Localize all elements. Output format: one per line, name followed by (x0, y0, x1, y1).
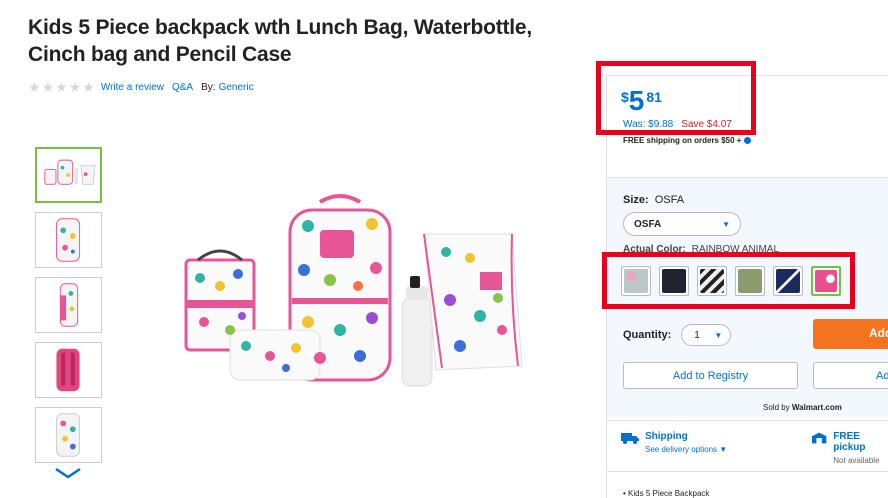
product-title: Kids 5 Piece backpack wth Lunch Bag, Wat… (28, 16, 533, 66)
quantity-label: Quantity: (623, 329, 672, 341)
seller-name: Walmart.com (791, 403, 842, 412)
delivery-options-link[interactable]: See delivery options ▼ (645, 445, 727, 454)
price-currency: $ (621, 89, 629, 105)
color-swatches (621, 266, 841, 296)
current-price: $ 5 81 (621, 85, 662, 117)
main-product-image (184, 194, 523, 387)
quantity-row: Quantity: 1 ▼ (623, 324, 732, 346)
truck-icon (621, 433, 639, 444)
caret-down-icon: ▼ (714, 330, 723, 340)
delivery-options-text: See delivery options (645, 445, 718, 454)
price-cents: 81 (646, 89, 662, 105)
sold-by-prefix: Sold by (763, 403, 790, 412)
brand-link[interactable]: Generic (219, 82, 254, 93)
brand-prefix: By: (201, 81, 216, 93)
sold-by: Sold by Walmart.com (763, 403, 842, 412)
rating-row: ★ ★ ★ ★ ★ Write a review Q&A By: Generic (28, 80, 262, 94)
color-value: RAINBOW ANIMAL (691, 244, 780, 255)
thumbnail-list (35, 147, 102, 472)
thumbnail-backpack-open[interactable] (35, 407, 102, 463)
color-swatch-olive-animal[interactable] (735, 266, 765, 296)
add-to-cart-button[interactable]: Add (813, 319, 888, 349)
thumbnail-image (55, 413, 81, 457)
star-icon: ★ (68, 79, 82, 95)
price-section: $ 5 81 Was: $9.88 Save $4.07 FREE shippin… (607, 75, 888, 153)
color-swatch-gray-pattern[interactable] (621, 266, 651, 296)
thumbnail-backpack-side[interactable] (35, 277, 102, 333)
qa-link[interactable]: Q&A (172, 82, 193, 93)
info-icon[interactable] (744, 137, 752, 144)
chevron-down-icon[interactable] (53, 466, 83, 480)
quantity-dropdown[interactable]: 1 ▼ (681, 324, 732, 346)
caret-down-icon: ▼ (719, 445, 728, 454)
size-value: OSFA (654, 194, 685, 206)
shipping-title: Shipping (645, 431, 688, 442)
star-icon: ★ (41, 79, 55, 95)
store-icon (811, 432, 827, 444)
color-swatch-navy-stripe[interactable] (773, 266, 803, 296)
buy-box: $ 5 81 Was: $9.88 Save $4.07 FREE shippin… (606, 75, 888, 498)
swatch-fill (624, 269, 648, 293)
free-shipping-text: FREE shipping on orders $50 + (623, 136, 742, 145)
thumbnail-backpack-front[interactable] (35, 212, 102, 268)
price-dollars: 5 (628, 85, 645, 116)
detail-bullet: • Kids 5 Piece Backpack (623, 489, 710, 498)
pickup-availability: Not available (833, 456, 880, 465)
add-to-list-button[interactable]: Add (813, 362, 888, 389)
add-to-registry-button[interactable]: Add to Registry (623, 362, 798, 389)
thumbnail-image (55, 218, 81, 262)
color-row: Actual Color: RAINBOW ANIMAL (623, 244, 779, 255)
thumbnail-set[interactable] (35, 147, 102, 203)
size-label: Size: (623, 194, 649, 206)
color-swatch-black[interactable] (659, 266, 689, 296)
fulfillment-section: Shipping See delivery options ▼ FREE pic… (607, 420, 888, 472)
thumbnail-image (44, 159, 96, 185)
swatch-fill (815, 270, 837, 292)
star-icon: ★ (82, 79, 95, 95)
color-swatch-rainbow-animal[interactable] (811, 266, 841, 296)
was-price: Was: $9.88 (623, 119, 674, 130)
thumbnail-backpack-back[interactable] (35, 342, 102, 398)
swatch-fill (776, 269, 800, 293)
size-row: Size: OSFA (623, 194, 684, 206)
pickup-title: FREE pickup (833, 431, 866, 453)
write-review-link[interactable]: Write a review (101, 82, 164, 93)
was-price-row: Was: $9.88 Save $4.07 (623, 119, 732, 130)
size-dropdown-value: OSFA (634, 218, 662, 230)
swatch-fill (700, 269, 724, 293)
quantity-value: 1 (694, 329, 700, 341)
color-label: Actual Color: (623, 244, 686, 255)
swatch-fill (738, 269, 762, 293)
rating-stars[interactable]: ★ ★ ★ ★ ★ (28, 80, 95, 94)
savings-amount: Save $4.07 (681, 119, 732, 130)
color-swatch-zebra[interactable] (697, 266, 727, 296)
size-dropdown[interactable]: OSFA ▼ (623, 212, 741, 236)
thumbnail-image (59, 283, 79, 327)
detail-bullet-text: Kids 5 Piece Backpack (628, 489, 710, 498)
star-icon: ★ (28, 79, 41, 95)
star-icon: ★ (55, 79, 68, 95)
swatch-fill (662, 269, 686, 293)
thumbnail-image (56, 348, 80, 392)
shipping-option[interactable]: Shipping See delivery options ▼ (621, 431, 727, 454)
caret-down-icon: ▼ (722, 219, 730, 229)
pickup-option[interactable]: FREE pickup Not available (811, 431, 888, 465)
free-shipping-note: FREE shipping on orders $50 + (623, 136, 752, 145)
options-section: Size: OSFA OSFA ▼ Actual Color: RAINBOW AN… (607, 177, 888, 417)
